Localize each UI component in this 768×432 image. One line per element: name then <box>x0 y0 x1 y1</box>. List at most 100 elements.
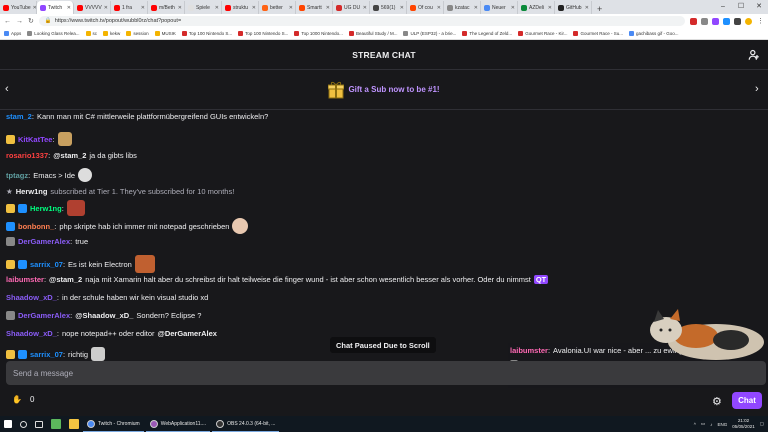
tab-close-icon[interactable]: ✕ <box>178 5 182 11</box>
bookmark-item[interactable]: ULP (ESP32) - a brie... <box>403 31 456 36</box>
extension-icon[interactable] <box>701 17 708 25</box>
bookmark-item[interactable]: Top 1000 Nintendo... <box>294 31 343 36</box>
users-icon[interactable] <box>748 49 760 61</box>
chat-mention[interactable]: @stam_2 <box>49 275 82 284</box>
banner-prev-arrow[interactable]: ‹ <box>5 83 9 95</box>
bookmark-item[interactable]: Gourmet Race - Su... <box>573 31 623 36</box>
chat-username[interactable]: Shaadow_xD_ <box>6 293 57 302</box>
tab-close-icon[interactable]: ✕ <box>215 5 219 11</box>
gift-sub-banner[interactable]: Gift a Sub now to be #1! <box>0 70 768 110</box>
app-icon[interactable] <box>51 419 61 429</box>
url-field[interactable]: 🔒 https://www.twitch.tv/popout/wubbl0rz/… <box>38 16 685 26</box>
banner-next-arrow[interactable]: › <box>755 83 759 95</box>
chat-username[interactable]: sarrix_07 <box>30 350 63 359</box>
browser-tab[interactable]: Spiele ✕ <box>185 1 222 14</box>
tray-up-icon[interactable]: ^ <box>694 422 696 427</box>
language-indicator[interactable]: ENG <box>717 422 727 427</box>
tab-close-icon[interactable]: ✕ <box>437 5 441 11</box>
close-window-button[interactable]: ✕ <box>750 0 768 14</box>
menu-dots-icon[interactable]: ⋮ <box>757 17 764 25</box>
chat-mention[interactable]: @stam_2 <box>53 151 86 160</box>
browser-tab[interactable]: struktu ✕ <box>222 1 259 14</box>
bookmark-item[interactable]: Apps <box>4 31 21 36</box>
extension-icon[interactable] <box>723 17 730 25</box>
browser-tab[interactable]: Of cou ✕ <box>407 1 444 14</box>
extension-icon[interactable] <box>690 17 697 25</box>
bookmark-item[interactable]: The Legend of Zeld... <box>462 31 512 36</box>
taskbar-app[interactable]: OBS 24.0.3 (64-bit, ... <box>212 416 280 432</box>
chat-username[interactable]: Shaadow_xD_ <box>6 329 57 338</box>
chat-send-button[interactable]: Chat <box>732 392 762 409</box>
browser-tab[interactable]: AZDeli ✕ <box>518 1 555 14</box>
browser-tab[interactable]: Twitch ✕ <box>37 1 74 14</box>
bookmark-item[interactable]: gachibass gif - Goo... <box>628 31 679 36</box>
browser-tab[interactable]: YouTube ✕ <box>0 1 37 14</box>
browser-tab[interactable]: kzatac ✕ <box>444 1 481 14</box>
chat-username[interactable]: Herw1ng <box>30 204 62 213</box>
chat-paused-button[interactable]: Chat Paused Due to Scroll <box>330 337 436 353</box>
volume-icon[interactable]: ♪ <box>710 422 712 427</box>
network-icon[interactable]: ▭ <box>701 421 705 427</box>
bookmark-item[interactable]: Beautiful Study / M... <box>348 31 397 36</box>
chat-username[interactable]: stam_2 <box>6 112 32 121</box>
browser-tab[interactable]: better ✕ <box>259 1 296 14</box>
browser-tab[interactable]: m/Beth ✕ <box>148 1 185 14</box>
bookmark-item[interactable]: MUSIK <box>154 31 176 36</box>
bookmark-item[interactable]: Top 100 Nintendo S... <box>238 31 288 36</box>
extension-icon[interactable] <box>712 17 719 25</box>
windows-start-icon[interactable] <box>4 420 12 428</box>
new-tab-button[interactable]: + <box>592 4 607 14</box>
reload-icon[interactable]: ↻ <box>28 17 34 25</box>
chat-username[interactable]: tptagz <box>6 171 28 180</box>
chat-username[interactable]: rosario1337 <box>6 151 48 160</box>
tab-close-icon[interactable]: ✕ <box>252 5 256 11</box>
bookmark-item[interactable]: kekw <box>103 31 120 36</box>
clock[interactable]: 21:02 05/05/2021 <box>732 418 755 430</box>
bookmark-item[interactable]: sc <box>85 31 97 36</box>
browser-tab[interactable]: 1 fra ✕ <box>111 1 148 14</box>
chat-username[interactable]: bonbonn_ <box>18 222 54 231</box>
browser-tab[interactable]: 569(1) ✕ <box>370 1 407 14</box>
tab-close-icon[interactable]: ✕ <box>400 5 404 11</box>
tab-close-icon[interactable]: ✕ <box>548 5 552 11</box>
notifications-icon[interactable]: ▢ <box>760 421 764 427</box>
browser-tab[interactable]: VVVVV ✕ <box>74 1 111 14</box>
tab-close-icon[interactable]: ✕ <box>511 5 515 11</box>
tab-close-icon[interactable]: ✕ <box>474 5 478 11</box>
chat-mention[interactable]: @Shaadow_xD_ <box>75 311 133 320</box>
bookmark-item[interactable]: Top 100 Nintendo S... <box>181 31 232 36</box>
file-explorer-icon[interactable] <box>69 419 79 429</box>
tab-close-icon[interactable]: ✕ <box>289 5 293 11</box>
chat-username[interactable]: DerGamerAlex <box>18 311 70 320</box>
forward-icon[interactable]: → <box>16 18 23 25</box>
bookmark-item[interactable]: Gourmet Race - Kir... <box>518 31 567 36</box>
tab-close-icon[interactable]: ✕ <box>585 5 589 11</box>
bookmark-item[interactable]: Looking Glass Relea... <box>27 31 80 36</box>
chat-username[interactable]: Herw1ng <box>16 187 48 196</box>
profile-avatar[interactable] <box>745 17 752 25</box>
taskbar-app[interactable]: WebApplication11.... <box>145 416 211 432</box>
minimize-button[interactable]: – <box>714 0 732 14</box>
browser-tab[interactable]: Smartt ✕ <box>296 1 333 14</box>
back-icon[interactable]: ← <box>4 18 11 25</box>
channel-points[interactable]: ✋ 0 <box>12 395 34 404</box>
maximize-button[interactable]: ☐ <box>732 0 750 14</box>
browser-tab[interactable]: GitHub ✕ <box>555 1 592 14</box>
chat-username[interactable]: laibumster <box>6 275 44 284</box>
chat-username[interactable]: DerGamerAlex <box>18 237 70 246</box>
tab-close-icon[interactable]: ✕ <box>141 5 145 11</box>
browser-tab[interactable]: Neuer ✕ <box>481 1 518 14</box>
chat-input[interactable]: Send a message <box>6 361 766 385</box>
task-view-icon[interactable] <box>35 420 43 428</box>
tab-close-icon[interactable]: ✕ <box>67 5 71 11</box>
settings-gear-icon[interactable]: ⚙ <box>712 395 722 408</box>
chat-username[interactable]: KitKatTee <box>18 135 52 144</box>
tab-close-icon[interactable]: ✕ <box>104 5 108 11</box>
bookmark-item[interactable]: session <box>126 31 149 36</box>
search-icon[interactable] <box>20 420 27 428</box>
chat-mention[interactable]: @DerGamerAlex <box>158 329 217 338</box>
chat-username[interactable]: sarrix_07 <box>30 260 63 269</box>
browser-tab[interactable]: UG DU ✕ <box>333 1 370 14</box>
tab-close-icon[interactable]: ✕ <box>326 5 330 11</box>
extension-icon[interactable] <box>734 17 741 25</box>
